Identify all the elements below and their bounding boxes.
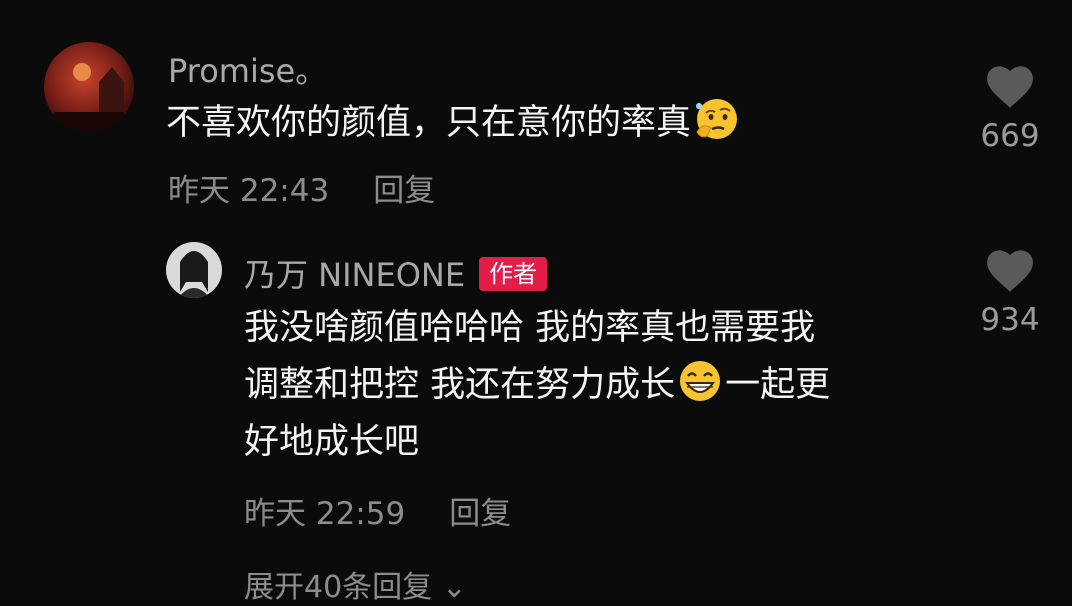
avatar-image-icon	[166, 242, 222, 298]
avatar-image-icon	[44, 42, 134, 132]
reply-text: 我没啥颜值哈哈哈 我的率真也需要我 调整和把控 我还在努力成长 一起更 好地成长…	[244, 300, 964, 471]
grinning-face-emoji-icon	[680, 361, 721, 401]
thinking-face-emoji-icon	[696, 99, 738, 139]
comment-time: 昨天 22:43	[168, 173, 330, 209]
like-count: 669	[980, 118, 1040, 154]
reply-button[interactable]: 回复	[373, 173, 435, 209]
comment-text: 不喜欢你的颜值，只在意你的率真	[166, 95, 926, 152]
reply-item: 乃万 NINEONE 作者 我没啥颜值哈哈哈 我的率真也需要我 调整和把控 我还在…	[0, 230, 1072, 533]
like-button[interactable]: 669	[970, 62, 1050, 154]
expand-replies-button[interactable]: 展开40条回复 ⌄	[244, 562, 467, 606]
reply-text-line: 好地成长吧	[244, 422, 420, 462]
comment-item: Promise。 不喜欢你的颜值，只在意你的率真 昨天 22:43 回复 669	[0, 0, 1072, 230]
reply-button[interactable]: 回复	[449, 496, 511, 532]
avatar[interactable]	[44, 42, 134, 132]
reply-username-text: 乃万 NINEONE	[244, 256, 466, 294]
comment-username[interactable]: Promise。	[168, 46, 327, 92]
like-count: 934	[980, 302, 1040, 338]
reply-time: 昨天 22:59	[244, 496, 406, 532]
comment-text-content: 不喜欢你的颜值，只在意你的率真	[166, 103, 692, 143]
like-button[interactable]: 934	[970, 246, 1050, 338]
reply-text-content: 一起更	[725, 365, 831, 405]
author-badge: 作者	[479, 257, 548, 291]
reply-username[interactable]: 乃万 NINEONE 作者	[244, 250, 548, 296]
heart-icon	[987, 66, 1033, 108]
reply-text-content: 调整和把控 我还在努力成长	[244, 365, 676, 405]
comment-meta: 昨天 22:43 回复	[168, 165, 435, 210]
reply-text-line: 我没啥颜值哈哈哈 我的率真也需要我	[244, 308, 816, 348]
heart-icon	[987, 250, 1033, 292]
reply-meta: 昨天 22:59 回复	[244, 488, 511, 533]
reply-text-line: 调整和把控 我还在努力成长 一起更	[244, 357, 964, 414]
reply-avatar[interactable]	[166, 242, 222, 298]
